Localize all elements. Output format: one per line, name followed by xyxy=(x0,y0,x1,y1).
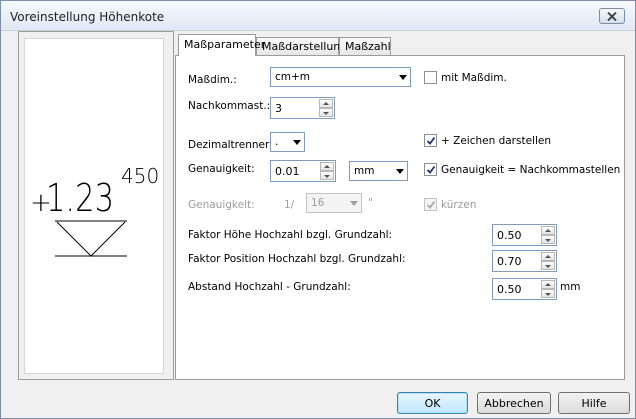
chevron-down-icon xyxy=(396,169,404,174)
zeichen-checkbox[interactable] xyxy=(424,134,437,147)
abstand-value: 0.50 xyxy=(497,283,522,296)
faktor-position-label: Faktor Position Hochzahl bzgl. Grundzahl… xyxy=(188,253,406,265)
inch-symbol: " xyxy=(368,197,373,209)
preview-superscript: 450 xyxy=(121,164,159,188)
zeichen-label: + Zeichen darstellen xyxy=(441,135,551,147)
spin-down-button[interactable] xyxy=(319,108,333,117)
tab-massdarstellung[interactable]: Maßdarstellung xyxy=(256,37,347,56)
mit-massdim-label: mit Maßdim. xyxy=(441,72,507,84)
chevron-down-icon xyxy=(399,75,407,80)
spin-up-button[interactable] xyxy=(320,162,334,171)
spin-up-button[interactable] xyxy=(541,226,555,235)
arrow-down-icon xyxy=(545,239,551,242)
genauigkeit-value: 0.01 xyxy=(275,165,300,178)
genauigkeit-spinner[interactable]: 0.01 xyxy=(270,160,336,182)
chevron-down-icon xyxy=(350,201,358,206)
massdim-select[interactable]: cm+m xyxy=(270,67,411,87)
massdim-value: cm+m xyxy=(275,71,311,83)
arrow-down-icon xyxy=(545,293,551,296)
abstand-spinner[interactable]: 0.50 xyxy=(492,278,557,300)
genauigkeit-nk-checkbox[interactable] xyxy=(424,163,437,176)
faktor-hoehe-label: Faktor Höhe Hochzahl bzgl. Grundzahl: xyxy=(188,229,393,241)
tab-masszahl[interactable]: Maßzahl xyxy=(339,37,391,56)
arrow-down-icon xyxy=(324,175,330,178)
tab-label: Maßdarstellung xyxy=(262,40,348,53)
help-button[interactable]: Hilfe xyxy=(558,392,630,414)
dezimaltrenner-select[interactable]: . xyxy=(270,132,305,152)
title-bar: Voreinstellung Höhenkote xyxy=(1,1,635,31)
arrow-down-icon xyxy=(545,265,551,268)
close-icon xyxy=(607,11,617,21)
preview-value: 1.23 xyxy=(46,176,114,220)
kuerzen-checkbox[interactable] xyxy=(424,198,437,211)
spin-down-button[interactable] xyxy=(541,235,555,244)
dezimaltrenner-label: Dezimaltrenner: xyxy=(188,139,273,151)
spin-down-button[interactable] xyxy=(320,171,334,180)
arrow-down-icon xyxy=(323,112,329,115)
arrow-up-icon xyxy=(323,102,329,105)
spin-down-button[interactable] xyxy=(541,261,555,270)
massdim-label: Maßdim.: xyxy=(188,74,237,86)
genauigkeit-fraction-label: Genauigkeit: xyxy=(188,199,255,211)
tab-massparameter[interactable]: Maßparameter xyxy=(178,34,265,56)
genauigkeit-fraction-value: 16 xyxy=(311,197,325,209)
checkmark-icon xyxy=(426,200,436,209)
genauigkeit-unit-select[interactable]: mm xyxy=(349,161,408,181)
tab-label: Maßparameter xyxy=(184,38,266,51)
cancel-button[interactable]: Abbrechen xyxy=(477,392,551,414)
checkmark-icon xyxy=(426,165,436,174)
genauigkeit-label: Genauigkeit: xyxy=(188,163,255,175)
faktor-position-value: 0.70 xyxy=(497,255,522,268)
genauigkeit-fraction-prefix: 1/ xyxy=(284,199,295,211)
arrow-up-icon xyxy=(324,165,330,168)
spin-up-button[interactable] xyxy=(541,252,555,261)
chevron-down-icon xyxy=(293,140,301,145)
nachkommast-label: Nachkommast.: xyxy=(188,100,271,112)
close-button[interactable] xyxy=(599,8,625,24)
spin-up-button[interactable] xyxy=(319,99,333,108)
nachkommast-value: 3 xyxy=(275,102,282,115)
genauigkeit-fraction-select[interactable]: 16 xyxy=(306,193,362,213)
elevation-triangle-icon xyxy=(56,221,126,257)
abstand-label: Abstand Hochzahl - Grundzahl: xyxy=(188,281,351,293)
genauigkeit-nk-label: Genauigkeit = Nachkommastellen xyxy=(441,164,621,176)
elevation-preview: + 1.23 450 xyxy=(24,38,164,374)
faktor-hoehe-spinner[interactable]: 0.50 xyxy=(492,224,557,246)
nachkommast-spinner[interactable]: 3 xyxy=(270,97,335,119)
faktor-position-spinner[interactable]: 0.70 xyxy=(492,250,557,272)
mit-massdim-checkbox[interactable] xyxy=(424,71,437,84)
arrow-up-icon xyxy=(545,283,551,286)
arrow-up-icon xyxy=(545,255,551,258)
spin-up-button[interactable] xyxy=(541,280,555,289)
arrow-up-icon xyxy=(545,229,551,232)
window-title: Voreinstellung Höhenkote xyxy=(10,10,165,24)
kuerzen-label: kürzen xyxy=(441,199,477,211)
dezimaltrenner-value: . xyxy=(275,136,279,148)
spin-down-button[interactable] xyxy=(541,289,555,298)
ok-button[interactable]: OK xyxy=(397,392,468,414)
checkmark-icon xyxy=(426,136,436,145)
genauigkeit-unit-value: mm xyxy=(354,165,375,177)
faktor-hoehe-value: 0.50 xyxy=(497,229,522,242)
abstand-unit: mm xyxy=(560,281,581,293)
tab-label: Maßzahl xyxy=(345,40,391,53)
